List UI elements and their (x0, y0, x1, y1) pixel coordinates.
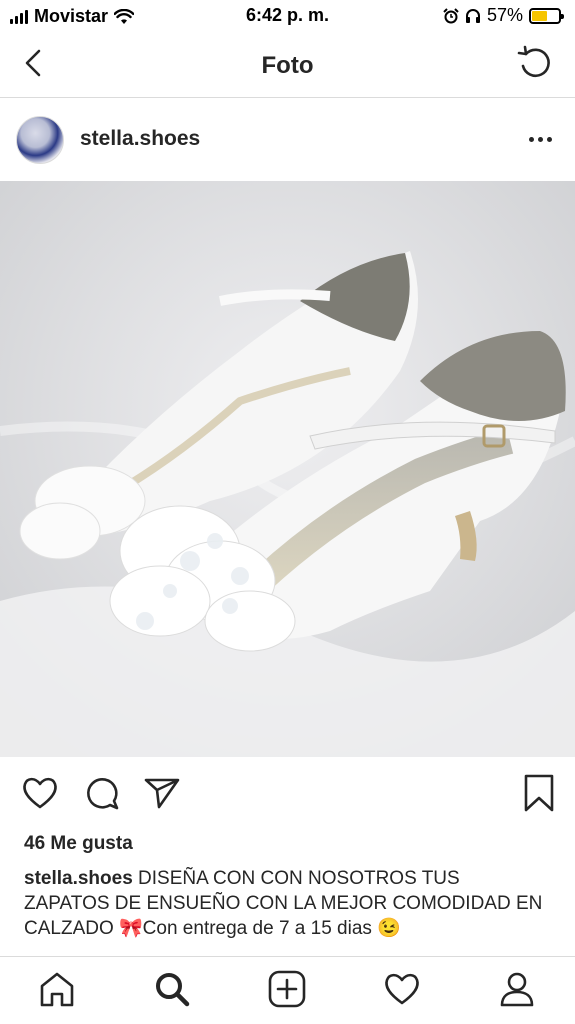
bookmark-icon[interactable] (519, 773, 559, 813)
profile-icon[interactable] (497, 969, 537, 1009)
nav-header: Foto (0, 32, 575, 98)
heart-icon[interactable] (20, 773, 60, 813)
more-dot (546, 136, 552, 142)
battery-percent: 57% (486, 5, 523, 25)
post-username[interactable]: stella.shoes (80, 127, 200, 151)
more-dot (537, 136, 543, 142)
likes-count[interactable]: 46 Me gusta (24, 833, 133, 855)
add-post-icon[interactable] (267, 969, 307, 1009)
avatar[interactable] (16, 116, 64, 164)
post-actions (0, 757, 575, 829)
send-icon[interactable] (142, 773, 182, 813)
bridal-shoes-photo (0, 181, 575, 757)
refresh-icon (517, 45, 550, 78)
refresh-button[interactable] (515, 44, 555, 84)
post-header: stella.shoes (0, 99, 575, 181)
search-icon[interactable] (152, 969, 192, 1009)
home-icon[interactable] (37, 969, 77, 1009)
more-horizontal-icon (528, 136, 534, 142)
activity-heart-icon[interactable] (382, 969, 422, 1009)
comment-icon[interactable] (82, 773, 122, 813)
more-options-button[interactable] (525, 129, 555, 149)
post-photo[interactable] (0, 181, 575, 757)
battery-icon (529, 7, 564, 24)
post-caption: stella.shoes DISEÑA CON CON NOSOTROS TUS… (24, 866, 544, 956)
tab-bar (0, 956, 575, 1024)
headphones-icon (465, 8, 480, 23)
alarm-icon (443, 7, 459, 23)
status-right: 57% (443, 5, 564, 26)
page-title: Foto (261, 52, 314, 79)
battery-fill (532, 10, 547, 21)
caption-username[interactable]: stella.shoes (24, 868, 133, 889)
status-bar: Movistar 6:42 p. m. 57% (0, 0, 575, 32)
